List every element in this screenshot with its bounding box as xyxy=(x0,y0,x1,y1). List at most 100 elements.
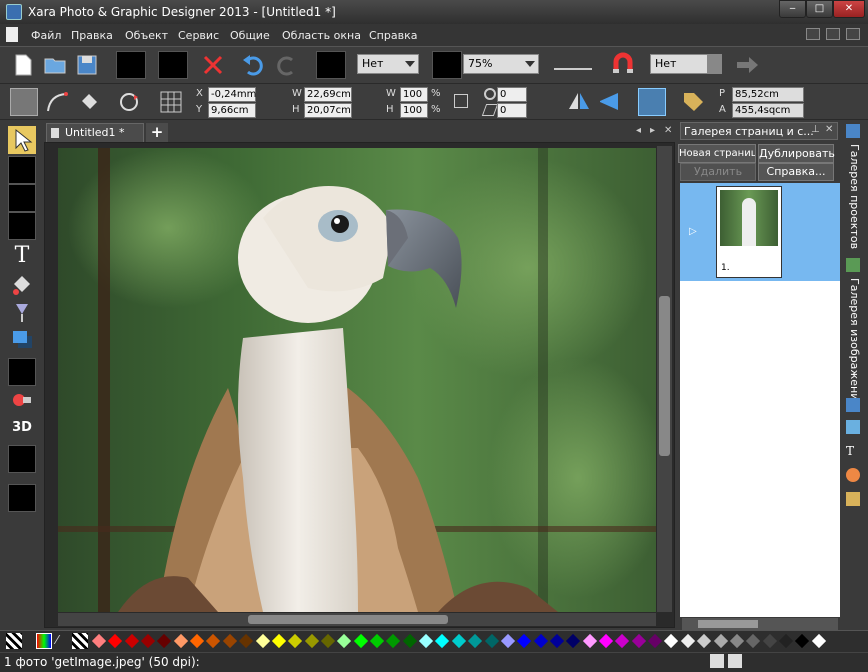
selector-mode-icon[interactable] xyxy=(10,88,38,116)
redo-icon[interactable] xyxy=(274,52,300,78)
text-tool-icon[interactable]: T xyxy=(8,242,36,270)
gallery-list xyxy=(680,281,840,617)
fill-bucket-icon[interactable] xyxy=(76,89,102,115)
flip-vertical-icon[interactable] xyxy=(596,89,622,115)
horizontal-scroll-thumb[interactable] xyxy=(248,615,448,624)
gallery-scroll-thumb[interactable] xyxy=(698,620,758,628)
snap-status-icon[interactable] xyxy=(728,654,742,668)
photo-tool-icon[interactable] xyxy=(8,445,36,473)
save-icon[interactable] xyxy=(74,52,100,78)
zoom-icon[interactable] xyxy=(432,51,462,79)
arrow-right-icon[interactable] xyxy=(734,52,760,78)
close-icon[interactable]: ✕ xyxy=(825,124,833,135)
zoom-dropdown[interactable]: 75% xyxy=(463,54,539,74)
fill-tool-icon[interactable] xyxy=(8,270,36,298)
width-field[interactable]: 22,69cm xyxy=(304,87,352,102)
doc-minimize-button[interactable] xyxy=(806,28,820,40)
quality-dropdown[interactable]: Нет xyxy=(357,54,419,74)
horizontal-scrollbar[interactable] xyxy=(58,613,656,626)
menu-edit[interactable]: Правка xyxy=(71,29,113,42)
app-icon[interactable] xyxy=(6,4,22,20)
menu-window[interactable]: Область окна xyxy=(282,29,361,42)
x-field[interactable]: -0,24mm xyxy=(208,87,256,102)
gallery-scrollbar[interactable] xyxy=(682,618,838,630)
copy-icon[interactable] xyxy=(158,51,188,79)
selector-status-icon[interactable] xyxy=(710,654,724,668)
menu-service[interactable]: Сервис xyxy=(178,29,219,42)
tab-scroll-left-icon[interactable]: ◂ xyxy=(636,125,641,136)
lock-icon[interactable] xyxy=(454,94,468,108)
tab-untitled1[interactable]: Untitled1 * xyxy=(46,123,144,142)
skew-field[interactable]: 0 xyxy=(497,103,527,118)
fill-gallery-icon[interactable] xyxy=(846,420,860,434)
doc-restore-button[interactable] xyxy=(826,28,840,40)
transparent-swatch[interactable] xyxy=(72,633,88,649)
help-button[interactable]: Справка... xyxy=(758,163,834,181)
page-thumbnail[interactable]: 1. xyxy=(716,186,782,278)
expand-icon[interactable]: ▷ xyxy=(689,226,697,237)
height-field[interactable]: 20,07cm xyxy=(304,103,352,118)
line-gallery-icon[interactable] xyxy=(846,398,860,412)
close-button[interactable]: ✕ xyxy=(833,0,865,18)
tag-icon[interactable] xyxy=(680,89,706,115)
tab-scroll-right-icon[interactable]: ▸ xyxy=(650,125,655,136)
menu-help[interactable]: Справка xyxy=(369,29,417,42)
minimize-button[interactable]: ‒ xyxy=(779,0,806,18)
quality-icon[interactable] xyxy=(316,51,346,79)
width-percent-field[interactable]: 100 xyxy=(400,87,428,102)
rectangle-tool-icon[interactable] xyxy=(8,212,36,240)
vertical-scroll-thumb[interactable] xyxy=(659,296,670,456)
selector-tool-icon[interactable] xyxy=(8,126,36,154)
rotation-field[interactable]: 0 xyxy=(497,87,527,102)
eyedropper-icon[interactable]: ⁄ xyxy=(56,633,70,649)
bezier-icon[interactable] xyxy=(44,89,70,115)
ruler-icon[interactable] xyxy=(554,58,592,70)
duplicate-button[interactable]: Дублировать xyxy=(758,144,835,163)
tab-images-gallery[interactable]: Галерея изображений xyxy=(845,278,861,408)
flip-horizontal-icon[interactable] xyxy=(566,89,592,115)
grid-icon[interactable] xyxy=(158,89,184,115)
freehand-tool-icon[interactable] xyxy=(8,156,36,184)
vertical-scrollbar[interactable] xyxy=(657,146,672,612)
images-gallery-icon[interactable] xyxy=(846,258,860,272)
magnet-icon[interactable] xyxy=(610,52,636,78)
rotation-icon xyxy=(484,88,496,100)
menu-general[interactable]: Общие xyxy=(230,29,270,42)
no-color-swatch[interactable] xyxy=(6,633,22,649)
height-percent-field[interactable]: 100 xyxy=(400,103,428,118)
transparency-tool-icon[interactable] xyxy=(8,298,36,326)
snap-dropdown[interactable]: Нет xyxy=(650,54,722,74)
contour-tool-icon[interactable] xyxy=(8,358,36,386)
cut-icon[interactable] xyxy=(116,51,146,79)
menu-file[interactable]: Файл xyxy=(31,29,61,42)
menu-object[interactable]: Объект xyxy=(125,29,168,42)
y-field[interactable]: 9,66cm xyxy=(208,103,256,118)
tab-projects-gallery[interactable]: Галерея проектов xyxy=(845,144,861,249)
delete-button[interactable]: Удалить xyxy=(680,163,756,181)
font-gallery-icon[interactable]: T xyxy=(846,444,860,458)
open-folder-icon[interactable] xyxy=(42,52,68,78)
vulture-photo[interactable] xyxy=(58,148,656,612)
blend-tool-icon[interactable] xyxy=(8,386,36,414)
names-gallery-icon[interactable] xyxy=(846,492,860,506)
3d-tool-icon[interactable]: 3D xyxy=(8,414,36,442)
new-document-icon[interactable] xyxy=(10,52,36,78)
color-editor-icon[interactable] xyxy=(36,633,52,649)
rotate-icon[interactable] xyxy=(116,89,142,115)
projects-gallery-icon[interactable] xyxy=(846,124,860,138)
color-gallery-icon[interactable] xyxy=(846,468,860,482)
undo-icon[interactable] xyxy=(240,52,266,78)
document-icon[interactable] xyxy=(6,27,18,42)
pin-icon[interactable]: ⊥ xyxy=(811,124,820,135)
add-tab-button[interactable]: + xyxy=(146,123,168,142)
doc-close-button[interactable] xyxy=(846,28,860,40)
live-effects-tool-icon[interactable] xyxy=(8,484,36,512)
window-title: Xara Photo & Graphic Designer 2013 - [Un… xyxy=(28,5,336,19)
delete-icon[interactable] xyxy=(200,52,226,78)
maximize-button[interactable]: □ xyxy=(806,0,833,18)
new-page-button[interactable]: Новая страница xyxy=(678,144,756,163)
selector-tool-active-icon[interactable] xyxy=(638,88,666,116)
tab-close-icon[interactable]: ✕ xyxy=(664,125,672,136)
shadow-tool-icon[interactable] xyxy=(8,326,36,354)
shape-tool-icon[interactable] xyxy=(8,184,36,212)
